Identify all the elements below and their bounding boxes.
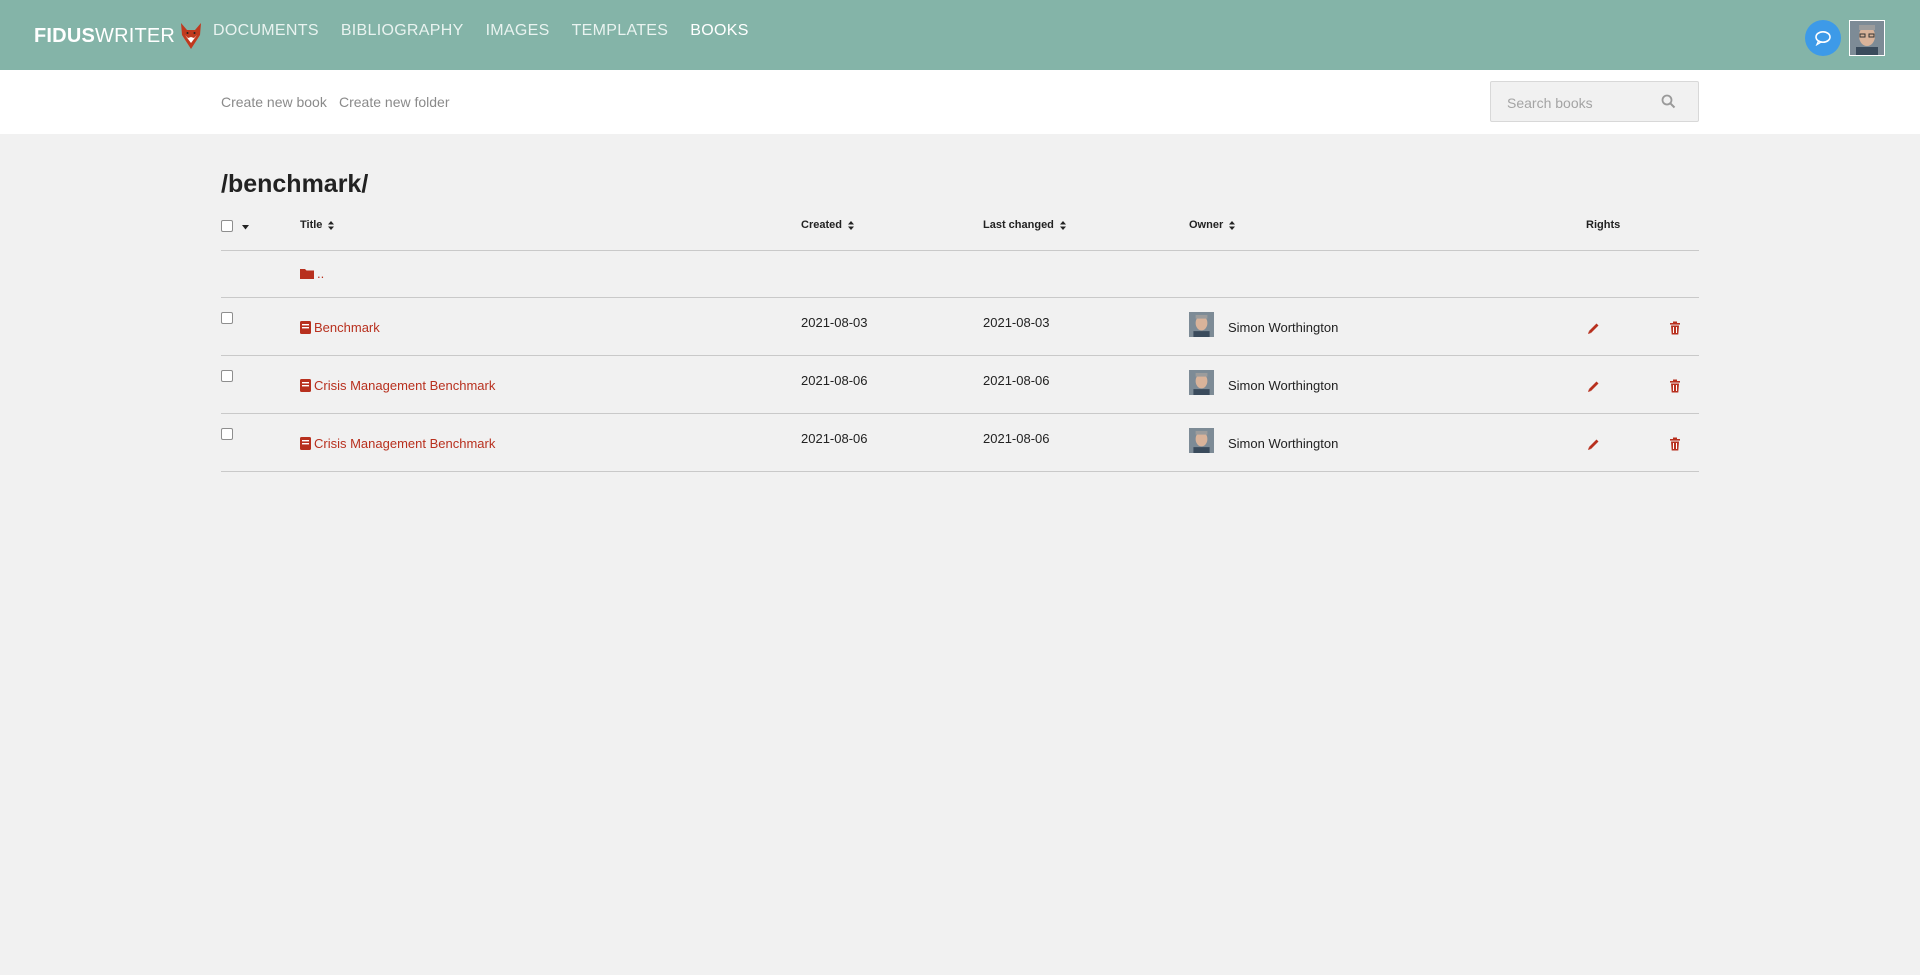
owner-name: Simon Worthington — [1228, 320, 1339, 335]
select-all-checkbox[interactable] — [221, 220, 233, 232]
book-title-link[interactable]: Benchmark — [300, 320, 380, 335]
column-title-label: Title — [300, 219, 323, 231]
page-title: /benchmark/ — [221, 170, 369, 198]
book-icon — [300, 437, 311, 450]
sort-icon — [847, 220, 854, 230]
create-new-book-button[interactable]: Create new book — [221, 94, 327, 110]
book-title-link[interactable]: Crisis Management Benchmark — [300, 436, 495, 451]
column-owner-label: Owner — [1189, 219, 1224, 231]
owner-avatar — [1189, 428, 1214, 453]
created-date: 2021-08-06 — [801, 373, 868, 388]
pencil-icon[interactable] — [1587, 379, 1601, 393]
last-changed-date: 2021-08-06 — [983, 431, 1050, 446]
folder-icon — [300, 269, 314, 279]
search-input[interactable] — [1505, 92, 1659, 114]
column-created[interactable]: Created — [801, 219, 854, 231]
parent-folder-label: .. — [317, 266, 325, 281]
nav-bibliography[interactable]: BIBLIOGRAPHY — [341, 0, 464, 70]
row-checkbox[interactable] — [221, 312, 233, 324]
book-title-link[interactable]: Crisis Management Benchmark — [300, 378, 495, 393]
sort-icon — [328, 220, 335, 230]
main-nav: DOCUMENTS BIBLIOGRAPHY IMAGES TEMPLATES … — [213, 0, 771, 79]
row-checkbox[interactable] — [221, 428, 233, 440]
created-date: 2021-08-03 — [801, 315, 868, 330]
chat-button[interactable] — [1805, 20, 1841, 56]
owner-name: Simon Worthington — [1228, 378, 1339, 393]
created-date: 2021-08-06 — [801, 431, 868, 446]
chat-bubble-icon — [1815, 31, 1831, 46]
owner-avatar — [1189, 312, 1214, 337]
top-navigation-bar: FIDUS WRITER DOCUMENTS BIBLIOGRAPHY IMAGE… — [0, 0, 1920, 79]
fox-icon — [181, 23, 202, 49]
last-changed-date: 2021-08-06 — [983, 373, 1050, 388]
chevron-down-icon[interactable] — [242, 225, 249, 230]
sort-icon — [1229, 220, 1236, 230]
owner-name: Simon Worthington — [1228, 436, 1339, 451]
row-checkbox[interactable] — [221, 370, 233, 382]
owner-avatar-image — [1189, 370, 1214, 395]
book-title: Crisis Management Benchmark — [314, 436, 496, 451]
column-created-label: Created — [801, 219, 842, 231]
sort-icon — [1059, 220, 1066, 230]
column-owner[interactable]: Owner — [1189, 219, 1236, 231]
table-row: Benchmark 2021-08-03 2021-08-03 Simon Wo… — [221, 298, 1699, 356]
parent-folder-link[interactable]: .. — [300, 266, 324, 281]
parent-folder-row: .. — [221, 251, 1699, 298]
book-title: Crisis Management Benchmark — [314, 378, 496, 393]
table-row: Crisis Management Benchmark 2021-08-06 2… — [221, 414, 1699, 472]
owner-avatar-image — [1189, 312, 1214, 337]
owner-avatar — [1189, 370, 1214, 395]
trash-icon[interactable] — [1668, 437, 1682, 451]
books-table: Title Created Last changed Owner Rights … — [221, 212, 1699, 472]
owner-avatar-image — [1189, 428, 1214, 453]
book-icon — [300, 379, 311, 392]
pencil-icon[interactable] — [1587, 437, 1601, 451]
create-new-folder-button[interactable]: Create new folder — [339, 94, 450, 110]
search-icon[interactable] — [1661, 94, 1676, 109]
column-last-changed[interactable]: Last changed — [983, 219, 1066, 231]
nav-templates[interactable]: TEMPLATES — [572, 0, 669, 70]
nav-documents[interactable]: DOCUMENTS — [213, 0, 319, 70]
column-title[interactable]: Title — [300, 219, 335, 231]
trash-icon[interactable] — [1668, 321, 1682, 335]
column-rights-label: Rights — [1586, 219, 1621, 231]
pencil-icon[interactable] — [1587, 321, 1601, 335]
table-header: Title Created Last changed Owner Rights — [221, 212, 1699, 251]
logo-text-bold: FIDUS — [34, 24, 95, 47]
last-changed-date: 2021-08-03 — [983, 315, 1050, 330]
user-avatar-image — [1850, 21, 1884, 55]
table-row: Crisis Management Benchmark 2021-08-06 2… — [221, 356, 1699, 414]
search-box — [1490, 81, 1699, 122]
book-icon — [300, 321, 311, 334]
column-last-changed-label: Last changed — [983, 219, 1054, 231]
fidus-writer-logo[interactable]: FIDUS WRITER — [34, 22, 203, 50]
user-avatar[interactable] — [1849, 20, 1885, 56]
trash-icon[interactable] — [1668, 379, 1682, 393]
nav-books[interactable]: BOOKS — [690, 0, 748, 79]
logo-text-light: WRITER — [95, 24, 176, 47]
nav-images[interactable]: IMAGES — [486, 0, 550, 70]
book-title: Benchmark — [314, 320, 380, 335]
column-rights: Rights — [1586, 219, 1620, 231]
